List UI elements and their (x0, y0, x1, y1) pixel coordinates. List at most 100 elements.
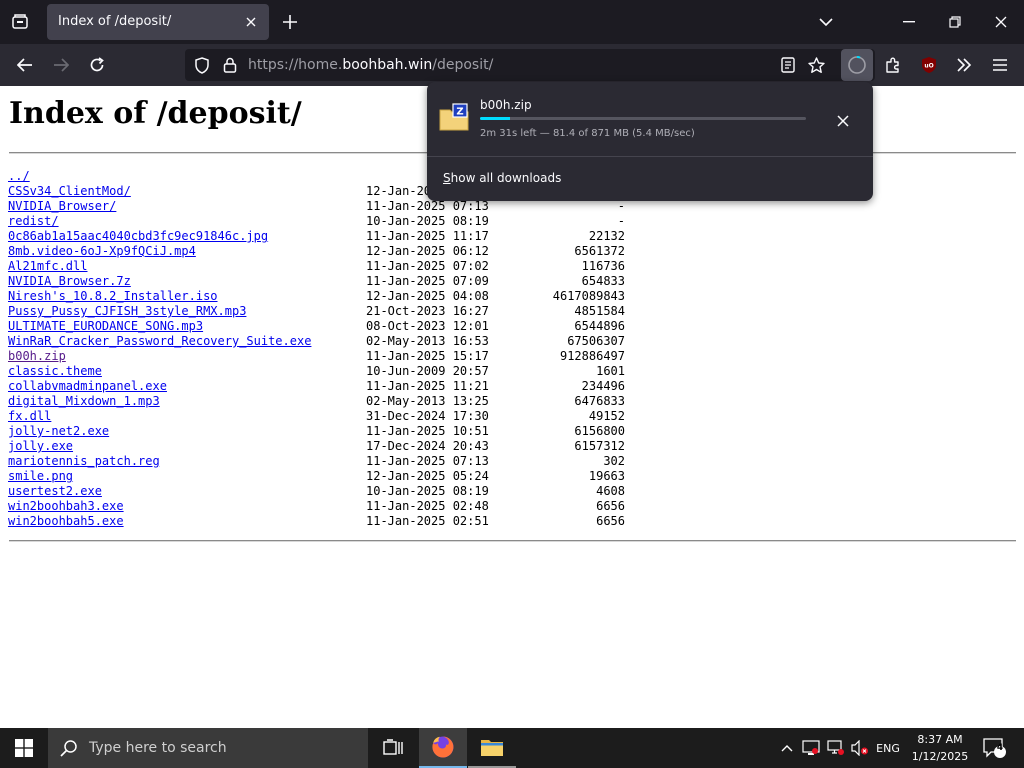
tray-network-icon[interactable] (825, 728, 847, 768)
downloads-button[interactable] (841, 49, 873, 81)
notification-count-badge: 4 (996, 743, 1004, 753)
download-status-text: 2m 31s left — 81.4 of 871 MB (5.4 MB/sec… (480, 128, 695, 139)
file-size: 4851584 (574, 304, 625, 318)
tray-display-icon[interactable] (800, 728, 822, 768)
tab-close-icon[interactable] (241, 12, 261, 32)
star-bookmark-icon[interactable] (807, 56, 825, 74)
file-size: 4608 (596, 484, 625, 498)
downloads-panel: Z b00h.zip 2m 31s left — 81.4 of 871 MB … (427, 82, 873, 201)
file-date: 11-Jan-2025 11:21 (366, 379, 489, 393)
restore-icon[interactable] (944, 11, 966, 33)
taskbar-clock[interactable]: 8:37 AM 1/12/2025 (904, 731, 976, 765)
file-date: 31-Dec-2024 17:30 (366, 409, 489, 423)
file-link[interactable]: digital_Mixdown_1.mp3 (8, 394, 160, 409)
file-date: 11-Jan-2025 07:02 (366, 259, 489, 273)
file-date: 11-Jan-2025 02:48 (366, 499, 489, 513)
file-size: 654833 (581, 274, 625, 288)
file-link[interactable]: WinRaR_Cracker_Password_Recovery_Suite.e… (8, 334, 311, 349)
file-link[interactable]: smile.png (8, 469, 73, 484)
taskbar-search-placeholder: Type here to search (89, 740, 227, 756)
file-link[interactable]: b00h.zip (8, 349, 66, 364)
hamburger-menu-icon[interactable] (988, 53, 1012, 77)
file-date: 12-Jan-2025 04:08 (366, 289, 489, 303)
file-size: 6544896 (574, 319, 625, 333)
file-link[interactable]: collabvmadminpanel.exe (8, 379, 167, 394)
url-host: boohbah.win (342, 57, 433, 73)
new-tab-plus-icon[interactable] (279, 11, 301, 33)
zip-file-icon: Z (439, 102, 469, 132)
file-link[interactable]: CSSv34_ClientMod/ (8, 184, 131, 199)
file-link[interactable]: 0c86ab1a15aac4040cbd3fc9ec91846c.jpg (8, 229, 268, 244)
file-link[interactable]: ../ (8, 169, 30, 184)
puzzle-extensions-icon[interactable] (881, 53, 905, 77)
tray-volume-muted-icon[interactable] (849, 728, 871, 768)
language-indicator[interactable]: ENG (872, 728, 904, 768)
file-link[interactable]: mariotennis_patch.reg (8, 454, 160, 469)
file-link[interactable]: jolly.exe (8, 439, 73, 454)
back-arrow-icon[interactable] (13, 53, 37, 77)
taskbar-search-box[interactable]: Type here to search (48, 728, 368, 768)
task-view-icon[interactable] (369, 728, 417, 768)
file-link[interactable]: fx.dll (8, 409, 51, 424)
clock-date: 1/12/2025 (911, 750, 969, 763)
close-window-icon[interactable] (990, 11, 1012, 33)
file-date: 11-Jan-2025 15:17 (366, 349, 489, 363)
show-all-downloads-button[interactable]: Show all downloads (443, 171, 561, 185)
file-size: 49152 (588, 409, 625, 423)
url-scheme: https://home. (248, 57, 343, 73)
url-text[interactable]: https://home.boohbah.win/deposit/ (248, 57, 493, 73)
tray-chevron-up-icon[interactable] (776, 728, 798, 768)
file-link[interactable]: win2boohbah3.exe (8, 499, 124, 514)
file-link[interactable]: win2boohbah5.exe (8, 514, 124, 529)
overflow-chevrons-icon[interactable] (952, 53, 976, 77)
shield-icon[interactable] (193, 56, 211, 74)
file-date: 10-Jan-2025 08:19 (366, 214, 489, 228)
chevron-down-icon[interactable] (815, 11, 837, 33)
tab-deposit[interactable]: Index of /deposit/ (47, 4, 269, 40)
file-size: 6476833 (574, 394, 625, 408)
file-size: 302 (603, 454, 625, 468)
download-file-name[interactable]: b00h.zip (480, 98, 532, 112)
file-size: 19663 (588, 469, 625, 483)
lock-icon[interactable] (221, 56, 239, 74)
file-link[interactable]: usertest2.exe (8, 484, 102, 499)
download-progress-icon (846, 54, 868, 76)
file-size: 6656 (596, 514, 625, 528)
notification-center-icon[interactable]: 4 (978, 728, 1010, 768)
ublock-icon[interactable]: uO (917, 53, 941, 77)
file-size: 6561372 (574, 244, 625, 258)
cancel-download-icon[interactable] (831, 109, 855, 133)
windows-start-icon[interactable] (0, 728, 48, 768)
file-date: 08-Oct-2023 12:01 (366, 319, 489, 333)
file-link[interactable]: Al21mfc.dll (8, 259, 87, 274)
reload-icon[interactable] (85, 53, 109, 77)
file-link[interactable]: NVIDIA_Browser.7z (8, 274, 131, 289)
file-link[interactable]: Niresh's_10.8.2_Installer.iso (8, 289, 218, 304)
file-link[interactable]: ULTIMATE_EURODANCE_SONG.mp3 (8, 319, 203, 334)
file-size: 1601 (596, 364, 625, 378)
file-date: 11-Jan-2025 11:17 (366, 229, 489, 243)
tab-list-icon[interactable] (8, 10, 32, 34)
forward-arrow-icon[interactable] (49, 53, 73, 77)
tab-strip: Index of /deposit/ (0, 0, 1024, 44)
file-link[interactable]: 8mb.video-6oJ-Xp9fQCiJ.mp4 (8, 244, 196, 259)
file-size: 4617089843 (552, 289, 625, 303)
file-size: 116736 (581, 259, 625, 273)
firefox-taskbar-icon[interactable] (419, 728, 467, 768)
file-link[interactable]: classic.theme (8, 364, 102, 379)
file-link[interactable]: NVIDIA_Browser/ (8, 199, 116, 214)
url-bar[interactable]: https://home.boohbah.win/deposit/ (185, 49, 875, 81)
reader-view-icon[interactable] (779, 56, 797, 74)
file-date: 11-Jan-2025 02:51 (366, 514, 489, 528)
download-progress-fill (480, 117, 511, 120)
svg-text:Z: Z (456, 107, 463, 118)
file-date: 10-Jan-2025 08:19 (366, 484, 489, 498)
svg-text:uO: uO (924, 63, 933, 70)
file-size: 234496 (581, 379, 625, 393)
minimize-icon[interactable] (898, 11, 920, 33)
file-link[interactable]: redist/ (8, 214, 59, 229)
file-explorer-icon[interactable] (468, 728, 516, 768)
tab-title: Index of /deposit/ (58, 14, 172, 29)
file-link[interactable]: Pussy_Pussy_CJFISH_3style_RMX.mp3 (8, 304, 246, 319)
file-link[interactable]: jolly-net2.exe (8, 424, 109, 439)
